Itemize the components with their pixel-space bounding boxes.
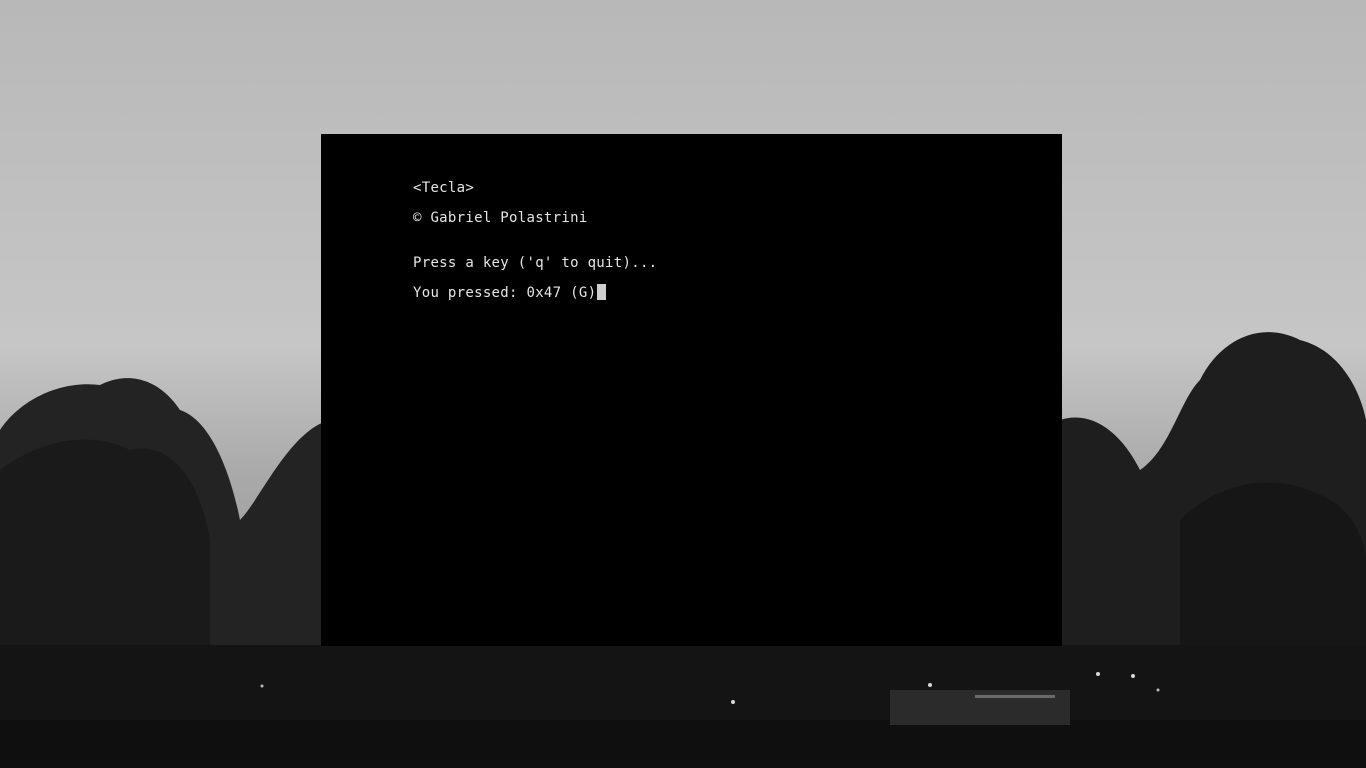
terminal-window[interactable]: <Tecla> © Gabriel Polastrini Press a key… (321, 134, 1062, 646)
key-result: You pressed: 0x47 (G) (413, 285, 597, 301)
text-cursor (597, 284, 607, 300)
key-result-line: You pressed: 0x47 (G) (413, 284, 607, 302)
app-title: <Tecla> (413, 180, 475, 196)
copyright-text: © Gabriel Polastrini (413, 210, 588, 226)
key-prompt: Press a key ('q' to quit)... (413, 255, 658, 271)
